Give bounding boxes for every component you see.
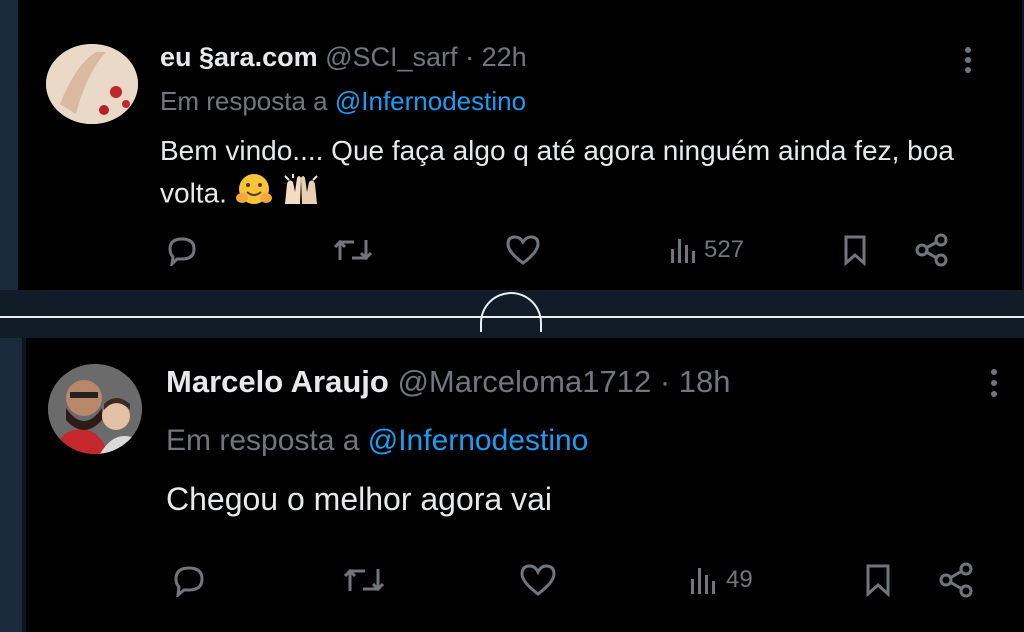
views-icon — [691, 568, 715, 594]
more-icon[interactable] — [990, 368, 998, 402]
tweet-text: Chegou o melhor agora vai — [166, 478, 986, 520]
like-button[interactable] — [518, 560, 558, 600]
reply-mention-link[interactable]: @Infernodestino — [368, 424, 589, 457]
reply-icon — [174, 566, 204, 597]
action-bar: 527 — [18, 230, 1022, 270]
avatar[interactable] — [46, 44, 138, 124]
reply-context: Em resposta a @Infernodestino — [166, 424, 588, 458]
avatar[interactable] — [48, 364, 142, 454]
retweet-icon — [333, 239, 373, 261]
reply-context: Em resposta a @Infernodestino — [160, 86, 526, 117]
reply-prefix: Em resposta a — [160, 86, 328, 116]
reply-button[interactable] — [164, 230, 200, 270]
bookmark-button[interactable] — [840, 230, 870, 270]
tweet-card[interactable]: Marcelo Araujo @Marceloma1712 · 18h Em r… — [26, 338, 1024, 632]
raised-hands-emoji — [281, 172, 321, 218]
screenshot-stage: eu §ara.com @SCI_sarf · 22h Em resposta … — [0, 0, 1024, 632]
bookmark-icon — [844, 235, 866, 266]
share-button[interactable] — [914, 230, 950, 270]
display-name[interactable]: eu §ara.com — [160, 42, 318, 72]
tweet-card[interactable]: eu §ara.com @SCI_sarf · 22h Em resposta … — [18, 0, 1022, 290]
retweet-button[interactable] — [342, 560, 386, 600]
views-count: 527 — [704, 236, 745, 263]
bookmark-button[interactable] — [862, 560, 894, 600]
share-icon — [915, 233, 948, 267]
reply-button[interactable] — [170, 560, 208, 600]
retweet-icon — [343, 568, 385, 592]
tweet-body: Chegou o melhor agora vai — [166, 481, 553, 517]
views-button[interactable]: 49 — [688, 560, 753, 600]
separator: · — [465, 42, 475, 72]
tweet-text: Bem vindo.... Que faça algo q até agora … — [160, 130, 980, 218]
reply-icon — [168, 237, 196, 266]
tweet-body: Bem vindo.... Que faça algo q até agora … — [160, 135, 954, 209]
tweet-header: Marcelo Araujo @Marceloma1712 · 18h — [166, 364, 731, 400]
user-handle[interactable]: @Marceloma1712 — [397, 364, 651, 399]
views-count: 49 — [726, 566, 753, 593]
reply-mention-link[interactable]: @Infernodestino — [335, 86, 526, 116]
bookmark-icon — [866, 564, 890, 597]
user-handle[interactable]: @SCI_sarf — [325, 42, 457, 72]
hugging-face-emoji — [235, 172, 273, 218]
retweet-button[interactable] — [332, 230, 374, 270]
views-button[interactable]: 527 — [668, 230, 744, 270]
like-icon — [520, 564, 556, 596]
share-button[interactable] — [938, 560, 976, 600]
views-icon — [671, 239, 695, 263]
separator: · — [659, 364, 671, 399]
timestamp[interactable]: 18h — [679, 364, 731, 399]
action-bar: 49 — [26, 560, 1024, 600]
reply-prefix: Em resposta a — [166, 424, 360, 457]
like-button[interactable] — [504, 230, 542, 270]
tweet-header: eu §ara.com @SCI_sarf · 22h — [160, 42, 527, 73]
display-name[interactable]: Marcelo Araujo — [166, 364, 389, 399]
timestamp[interactable]: 22h — [482, 42, 527, 72]
share-icon — [939, 562, 973, 598]
more-icon[interactable] — [964, 46, 972, 78]
like-icon — [506, 235, 540, 265]
